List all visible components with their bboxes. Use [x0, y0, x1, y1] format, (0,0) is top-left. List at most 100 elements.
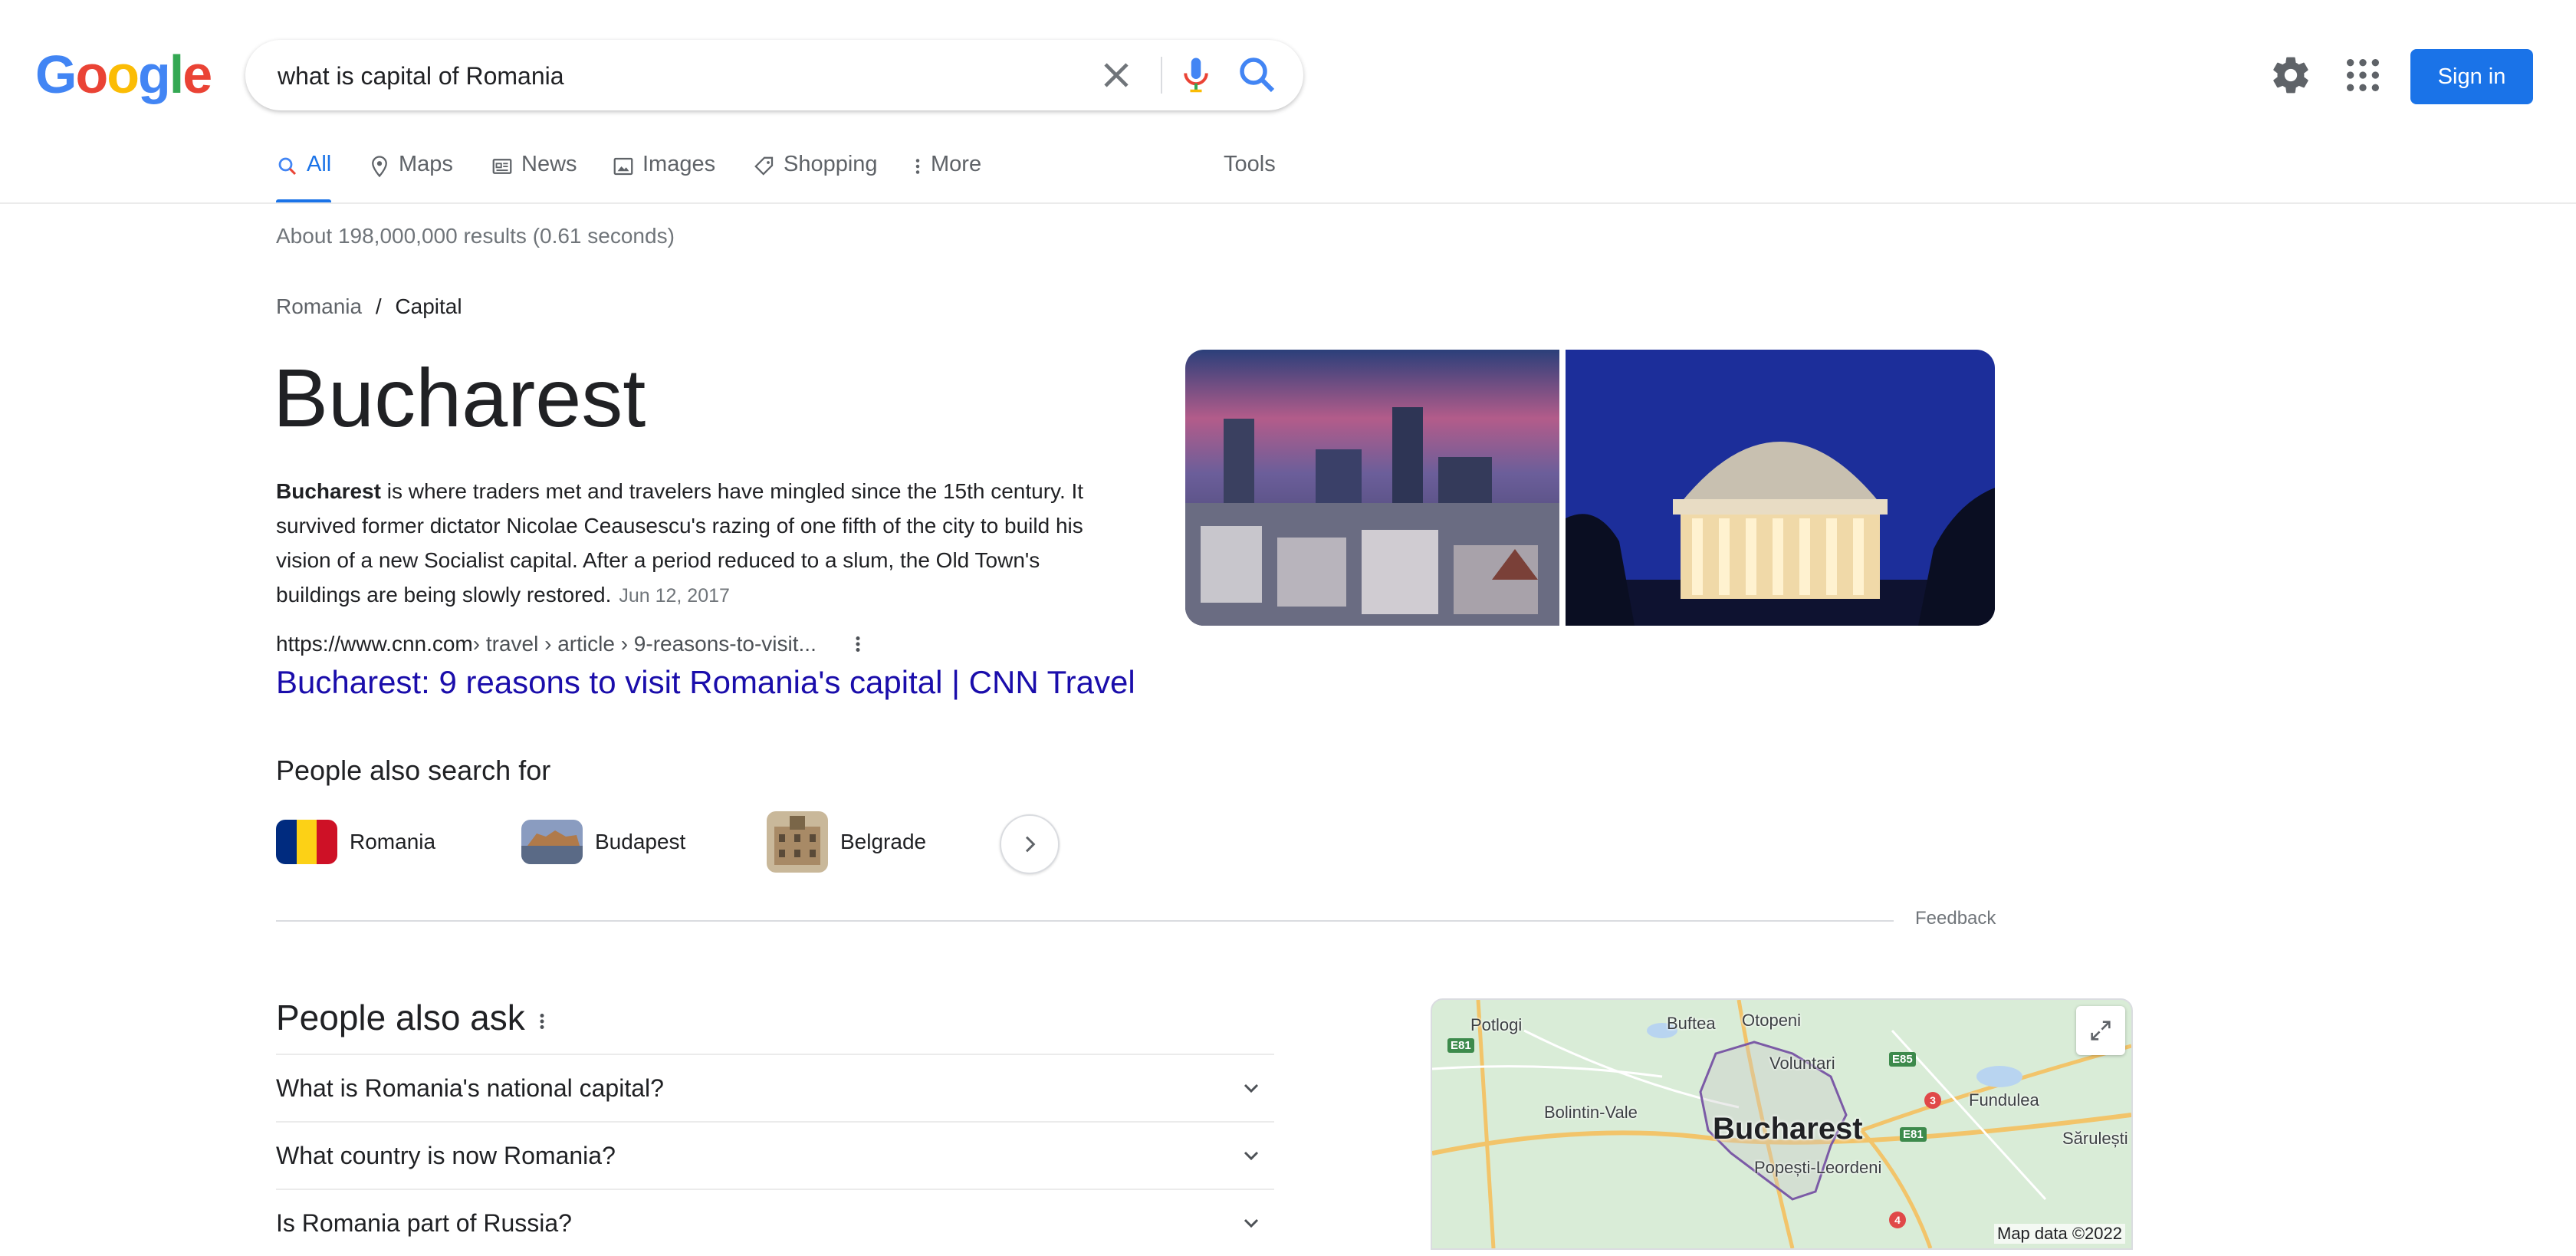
tab-more[interactable]: More: [912, 152, 981, 202]
map-label: Potlogi: [1470, 1015, 1523, 1034]
header-divider: [0, 202, 2576, 204]
chevron-down-icon: [1244, 1083, 1259, 1093]
paa-question-text: What country is now Romania?: [276, 1141, 616, 1169]
map-city-label: Bucharest: [1713, 1112, 1863, 1146]
feedback-link[interactable]: Feedback: [1915, 908, 1996, 929]
apps-grid-icon: [2347, 59, 2379, 91]
logo-letter: o: [75, 44, 108, 104]
breadcrumb-parent[interactable]: Romania: [276, 294, 362, 318]
route-marker: 4: [1889, 1212, 1906, 1228]
pasf-label: Belgrade: [840, 830, 927, 853]
tab-maps[interactable]: Maps: [368, 152, 453, 202]
more-vert-icon: [915, 159, 920, 174]
search-button[interactable]: [1234, 52, 1280, 98]
google-logo[interactable]: Google: [35, 48, 212, 101]
belgrade-image: [767, 811, 828, 873]
tab-shopping[interactable]: Shopping: [753, 152, 878, 202]
expand-map-button[interactable]: [2076, 1006, 2125, 1055]
pasf-item-budapest[interactable]: Budapest: [521, 811, 685, 873]
expand-icon: [2091, 1021, 2111, 1041]
map-attribution: Map data ©2022: [1994, 1224, 2125, 1244]
chevron-down-icon: [1244, 1218, 1259, 1228]
divider: [276, 920, 1894, 922]
more-vert-icon: [540, 1014, 544, 1029]
people-also-search-title: People also search for: [276, 755, 551, 786]
answer-title: Bucharest: [273, 351, 646, 444]
tab-images[interactable]: Images: [612, 152, 715, 202]
logo-letter: l: [169, 44, 185, 104]
result-stats: About 198,000,000 results (0.61 seconds): [276, 224, 675, 248]
pasf-label: Romania: [350, 830, 436, 853]
paa-question[interactable]: Is Romania part of Russia?: [276, 1189, 1274, 1256]
snippet-date: Jun 12, 2017: [619, 585, 730, 607]
logo-letter: G: [35, 44, 77, 104]
tab-label: Images: [642, 152, 716, 176]
pasf-item-belgrade[interactable]: Belgrade: [767, 811, 926, 873]
image-icon: [613, 157, 633, 176]
tab-news[interactable]: News: [491, 152, 577, 202]
road-shield: E85: [1889, 1052, 1916, 1067]
romania-flag-image: [276, 820, 337, 864]
athenaeum-image[interactable]: [1566, 350, 1995, 626]
map-label: Fundulea: [1969, 1090, 2039, 1110]
breadcrumb: Romania / Capital: [276, 294, 462, 319]
tools-button[interactable]: Tools: [1224, 152, 1276, 202]
source-domain: https://www.cnn.com: [276, 632, 473, 656]
settings-button[interactable]: [2269, 54, 2312, 97]
chevron-down-icon: [1244, 1151, 1259, 1161]
search-input[interactable]: [276, 40, 1046, 112]
search-divider: [1161, 57, 1162, 94]
logo-letter: o: [107, 44, 140, 104]
google-apps-button[interactable]: [2341, 54, 2384, 97]
tools-label: Tools: [1224, 152, 1276, 176]
budapest-image: [521, 820, 583, 864]
microphone-icon: [1184, 58, 1208, 93]
chevron-right-icon: [1025, 836, 1036, 853]
tag-icon: [754, 156, 774, 176]
news-icon: [492, 159, 512, 174]
pin-icon: [372, 156, 387, 178]
clear-search-button[interactable]: [1095, 54, 1138, 97]
tab-label: All: [307, 152, 332, 176]
gear-icon: [2273, 57, 2308, 94]
tab-all[interactable]: All: [276, 152, 331, 202]
sign-in-button[interactable]: Sign in: [2410, 49, 2533, 104]
paa-options-button[interactable]: [531, 1006, 554, 1037]
voice-search-button[interactable]: [1173, 52, 1219, 98]
source-citation[interactable]: https://www.cnn.com › travel › article ›…: [276, 629, 873, 659]
tab-label: Shopping: [784, 152, 878, 176]
road-shield: E81: [1900, 1127, 1927, 1142]
tab-label: Maps: [399, 152, 453, 176]
search-icon: [278, 157, 297, 176]
source-options-button[interactable]: [843, 629, 873, 659]
paa-question[interactable]: What country is now Romania?: [276, 1121, 1274, 1189]
answer-snippet: Bucharest is where traders met and trave…: [276, 474, 1104, 613]
close-icon: [1104, 63, 1129, 87]
search-icon: [1240, 58, 1275, 93]
more-vert-icon: [856, 636, 860, 652]
tab-label: More: [931, 152, 982, 176]
pasf-next-button[interactable]: [1000, 814, 1060, 874]
road-shield: E81: [1447, 1038, 1474, 1053]
paa-question[interactable]: What is Romania's national capital?: [276, 1054, 1274, 1121]
source-path: › travel › article › 9-reasons-to-visit.…: [472, 632, 816, 656]
paa-question-text: Is Romania part of Russia?: [276, 1208, 572, 1237]
map-label: Buftea: [1667, 1014, 1716, 1033]
map-label: Bolintin-Vale: [1544, 1103, 1638, 1122]
location-map[interactable]: Potlogi Buftea Otopeni Voluntari Bolinti…: [1431, 998, 2133, 1250]
snippet-bold: Bucharest: [276, 479, 381, 503]
map-label: Sărulești: [2062, 1129, 2128, 1148]
result-title-link[interactable]: Bucharest: 9 reasons to visit Romania's …: [276, 664, 1135, 701]
breadcrumb-current: Capital: [395, 294, 462, 318]
pasf-item-romania[interactable]: Romania: [276, 811, 435, 873]
city-skyline-image[interactable]: [1185, 350, 1559, 626]
logo-letter: e: [182, 44, 212, 104]
paa-question-text: What is Romania's national capital?: [276, 1074, 664, 1102]
tab-label: News: [521, 152, 577, 176]
map-label: Voluntari: [1769, 1054, 1835, 1073]
map-label: Popești-Leordeni: [1754, 1158, 1882, 1177]
map-label: Otopeni: [1742, 1011, 1802, 1030]
search-box: [245, 40, 1303, 112]
route-marker: 3: [1924, 1092, 1941, 1109]
pasf-label: Budapest: [595, 830, 686, 853]
